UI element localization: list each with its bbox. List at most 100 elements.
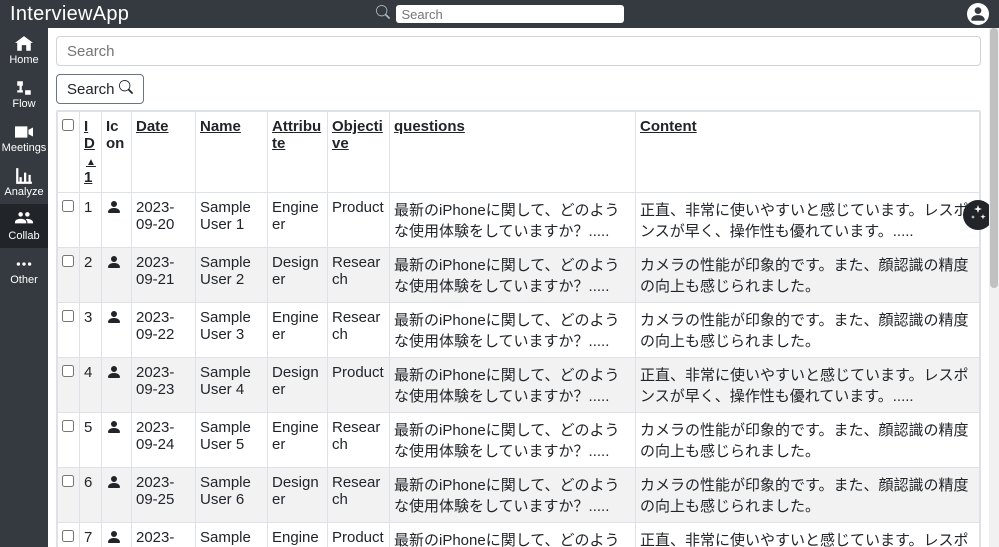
row-checkbox[interactable]	[62, 420, 74, 432]
top-search-input[interactable]	[396, 5, 624, 23]
page-scrollbar[interactable]	[989, 28, 999, 547]
cell-select	[58, 523, 80, 547]
column-header-content[interactable]: Content	[636, 112, 980, 193]
sidebar-item-flow[interactable]: Flow	[0, 72, 48, 116]
column-header-id[interactable]: ID▲ 1	[80, 112, 102, 193]
main-content: Search ID ▲ 1 Icon Date Name Attribute	[48, 28, 989, 547]
sparkle-icon	[970, 205, 986, 226]
sidebar-item-label: Collab	[8, 230, 39, 242]
cell-date: 2023-09-23	[132, 358, 196, 413]
sidebar-item-other[interactable]: Other	[0, 248, 48, 292]
cell-questions: 最新のiPhoneに関して、どのような使用体験をしていますか？.....	[390, 468, 636, 523]
column-header-label: Name	[200, 118, 241, 135]
cell-questions: 最新のiPhoneに関して、どのような使用体験をしていますか？.....	[390, 358, 636, 413]
filter-input[interactable]	[56, 36, 981, 66]
user-icon	[106, 422, 122, 439]
sidebar-item-meetings[interactable]: Meetings	[0, 116, 48, 160]
cell-attribute: Engineer	[268, 303, 328, 358]
search-icon	[119, 80, 133, 98]
topbar: InterviewApp	[0, 0, 999, 28]
row-checkbox[interactable]	[62, 255, 74, 267]
sort-asc-icon: ▲	[86, 157, 96, 168]
column-header-label: Icon	[106, 118, 124, 152]
cell-name: Sample User 1	[196, 193, 268, 248]
user-icon	[106, 202, 122, 219]
table-row[interactable]: 12023-09-20Sample User 1EngineerProduct最…	[58, 193, 980, 248]
cell-objective: Research	[328, 468, 390, 523]
column-header-name[interactable]: Name	[196, 112, 268, 193]
scrollbar-thumb[interactable]	[990, 28, 998, 288]
column-header-label: Attribute	[272, 118, 321, 152]
cell-objective: Product	[328, 523, 390, 547]
cell-date: 2023-09-25	[132, 468, 196, 523]
sidebar-item-label: Analyze	[4, 186, 43, 198]
cell-objective: Product	[328, 358, 390, 413]
row-checkbox[interactable]	[62, 310, 74, 322]
select-all-checkbox[interactable]	[62, 119, 74, 131]
cell-content: カメラの性能が印象的です。また、顔認識の精度の向上も感じられました。	[636, 248, 980, 303]
table-row[interactable]: 62023-09-25Sample User 6DesignerResearch…	[58, 468, 980, 523]
cell-id: 2	[80, 248, 102, 303]
cell-id: 4	[80, 358, 102, 413]
brand-title: InterviewApp	[10, 3, 129, 26]
table-wrap[interactable]: ID ▲ 1 Icon Date Name Attribute Objective…	[56, 110, 981, 547]
cell-attribute: Engineer	[268, 413, 328, 468]
sidebar-item-label: Meetings	[2, 142, 47, 154]
column-header-questions[interactable]: questions	[390, 112, 636, 193]
cell-attribute: Designer	[268, 248, 328, 303]
top-search-wrap	[376, 5, 624, 24]
cell-id: 1	[80, 193, 102, 248]
cell-date: 2023-09-21	[132, 248, 196, 303]
cell-name: Sample User 2	[196, 248, 268, 303]
cell-attribute: Designer	[268, 358, 328, 413]
user-icon	[106, 477, 122, 494]
cell-select	[58, 303, 80, 358]
column-header-label: Content	[640, 118, 697, 135]
cell-icon	[102, 413, 132, 468]
column-header-select[interactable]	[58, 112, 80, 193]
sidebar-item-analyze[interactable]: Analyze	[0, 160, 48, 204]
cell-objective: Research	[328, 413, 390, 468]
cell-name: Sample User 7	[196, 523, 268, 547]
cell-attribute: Designer	[268, 468, 328, 523]
cell-date: 2023-09-22	[132, 303, 196, 358]
table-row[interactable]: 52023-09-24Sample User 5EngineerResearch…	[58, 413, 980, 468]
sidebar-item-home[interactable]: Home	[0, 28, 48, 72]
cell-content: 正直、非常に使いやすいと感じています。レスポンスが早く、操作性も優れています。.…	[636, 193, 980, 248]
column-header-attribute[interactable]: Attribute	[268, 112, 328, 193]
search-button[interactable]: Search	[56, 74, 144, 104]
cell-icon	[102, 303, 132, 358]
sidebar-item-label: Flow	[12, 98, 35, 110]
cell-select	[58, 468, 80, 523]
column-header-objective[interactable]: Objective	[328, 112, 390, 193]
cell-select	[58, 358, 80, 413]
table-row[interactable]: 72023-09-26Sample User 7EngineerProduct最…	[58, 523, 980, 547]
cell-questions: 最新のiPhoneに関して、どのような使用体験をしていますか？.....	[390, 413, 636, 468]
sidebar-item-collab[interactable]: Collab	[0, 204, 48, 248]
column-header-date[interactable]: Date	[132, 112, 196, 193]
cell-name: Sample User 3	[196, 303, 268, 358]
cell-select	[58, 193, 80, 248]
row-checkbox[interactable]	[62, 200, 74, 212]
cell-id: 5	[80, 413, 102, 468]
cell-questions: 最新のiPhoneに関して、どのような使用体験をしていますか？.....	[390, 523, 636, 547]
row-checkbox[interactable]	[62, 475, 74, 487]
row-checkbox[interactable]	[62, 530, 74, 542]
column-header-label: ID	[84, 118, 95, 152]
row-checkbox[interactable]	[62, 365, 74, 377]
search-icon	[376, 5, 390, 24]
user-avatar[interactable]	[967, 3, 989, 25]
sidebar: Home Flow Meetings Analyze Collab Other	[0, 28, 48, 547]
cell-icon	[102, 358, 132, 413]
data-table: ID ▲ 1 Icon Date Name Attribute Objective…	[57, 111, 980, 547]
cell-icon	[102, 523, 132, 547]
table-row[interactable]: 42023-09-23Sample User 4DesignerProduct最…	[58, 358, 980, 413]
sidebar-item-label: Home	[9, 54, 38, 66]
cell-select	[58, 248, 80, 303]
table-header-row: ID▲ 1 Icon Date Name Attribute Objective…	[58, 112, 980, 193]
cell-id: 7	[80, 523, 102, 547]
cell-id: 6	[80, 468, 102, 523]
cell-date: 2023-09-24	[132, 413, 196, 468]
table-row[interactable]: 32023-09-22Sample User 3EngineerResearch…	[58, 303, 980, 358]
table-row[interactable]: 22023-09-21Sample User 2DesignerResearch…	[58, 248, 980, 303]
